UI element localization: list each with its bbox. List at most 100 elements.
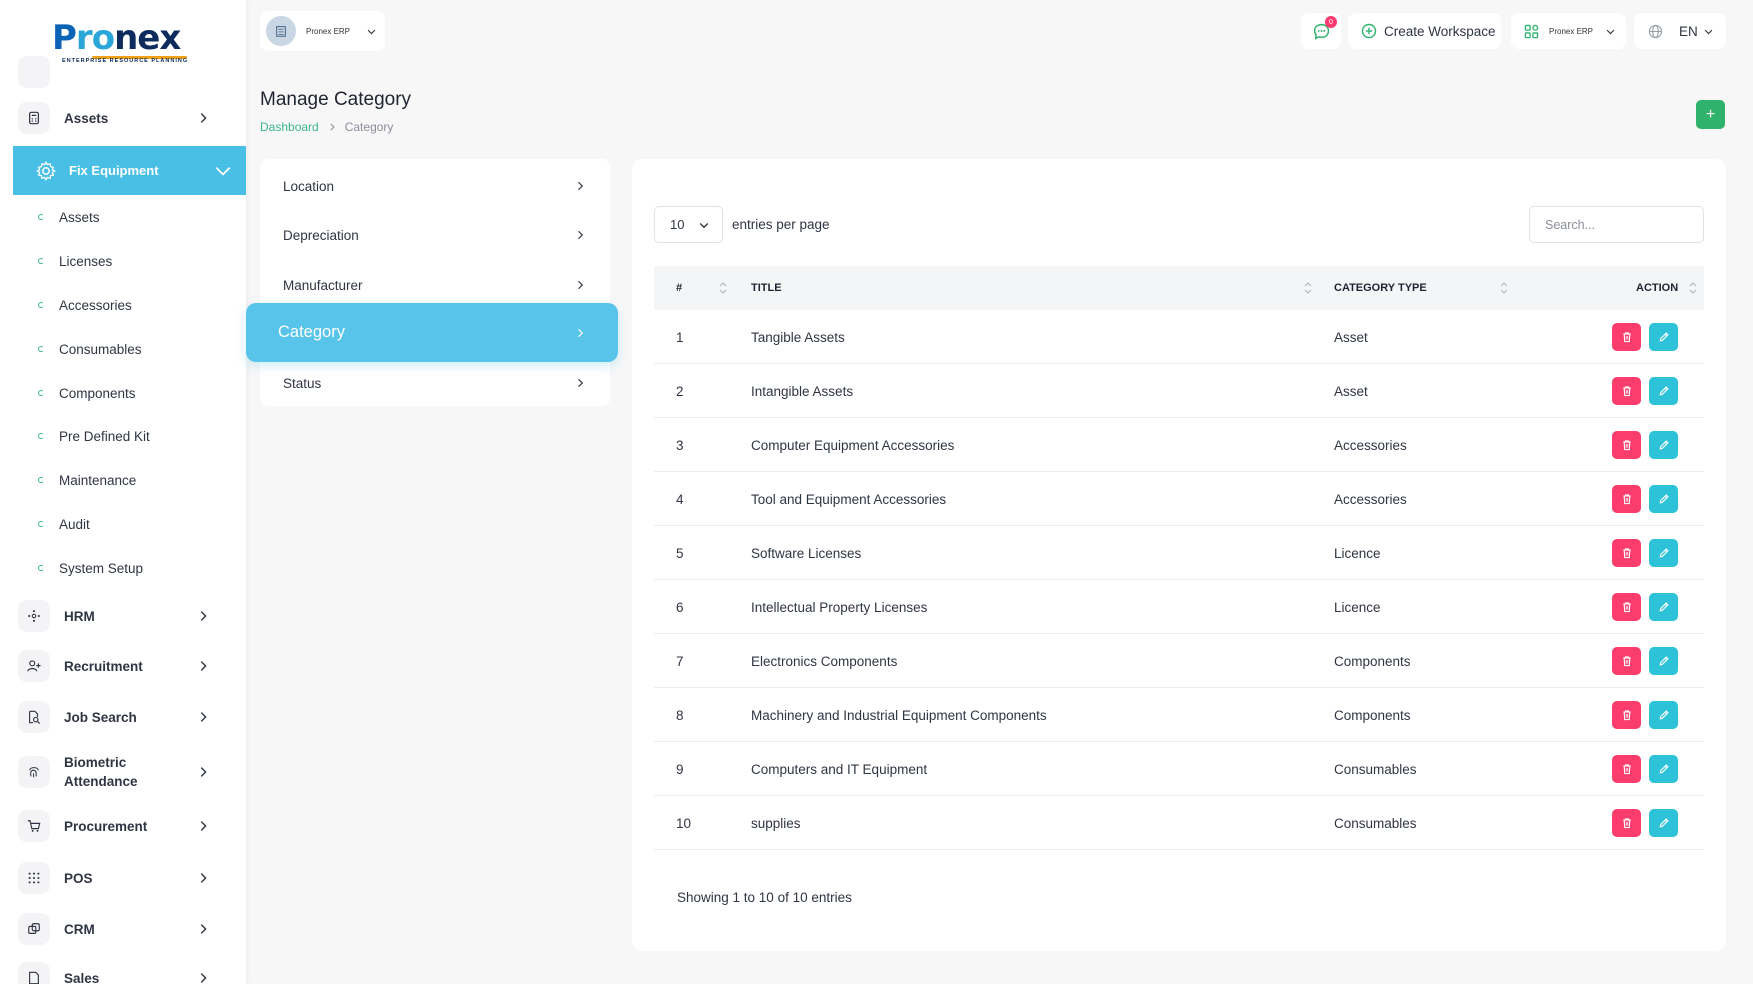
workspace-name: Pronex ERP [306, 26, 351, 36]
delete-button[interactable] [1612, 323, 1641, 351]
setup-menu-manufacturer[interactable]: Manufacturer [260, 263, 610, 307]
sidebar-item-crm[interactable]: CRM [18, 909, 228, 949]
submenu-item-components[interactable]: Components [38, 382, 136, 404]
chevron-right-icon [200, 611, 207, 621]
plus-circle-icon [1361, 23, 1377, 39]
setup-menu-depreciation[interactable]: Depreciation [260, 213, 610, 257]
setup-menu-location[interactable]: Location [260, 164, 610, 208]
sort-icon[interactable] [1689, 280, 1697, 296]
bullet-icon [38, 258, 44, 264]
edit-button[interactable] [1649, 755, 1678, 783]
submenu-item-audit[interactable]: Audit [38, 513, 90, 535]
sidebar-item-pos[interactable]: POS [18, 858, 228, 898]
delete-button[interactable] [1612, 647, 1641, 675]
file-search-icon [18, 701, 50, 733]
edit-button[interactable] [1649, 809, 1678, 837]
sidebar-item-recruitment[interactable]: Recruitment [18, 646, 228, 686]
sidebar-item-procurement[interactable]: Procurement [18, 806, 228, 846]
chevron-right-icon [578, 230, 584, 240]
workspace-building-icon [266, 16, 296, 46]
sort-icon[interactable] [1500, 280, 1508, 296]
submenu-item-system-setup[interactable]: System Setup [38, 557, 143, 579]
trash-icon [1622, 386, 1631, 397]
setup-menu-category[interactable]: Category [246, 303, 618, 362]
delete-button[interactable] [1612, 431, 1641, 459]
messages-button[interactable]: 0 [1301, 13, 1341, 49]
edit-button[interactable] [1649, 539, 1678, 567]
edit-button[interactable] [1649, 431, 1678, 459]
submenu-label: Maintenance [59, 472, 137, 488]
edit-button[interactable] [1649, 701, 1678, 729]
delete-button[interactable] [1612, 377, 1641, 405]
delete-button[interactable] [1612, 701, 1641, 729]
setup-menu-label: Category [278, 323, 345, 341]
edit-button[interactable] [1649, 485, 1678, 513]
sidebar-item-hrm[interactable]: HRM [18, 596, 228, 636]
language-switcher[interactable]: EN [1634, 13, 1726, 49]
submenu-item-maintenance[interactable]: Maintenance [38, 469, 136, 491]
column-header-number[interactable]: # [676, 266, 682, 310]
cell-category-type: Asset [1334, 329, 1368, 345]
submenu-item-consumables[interactable]: Consumables [38, 338, 142, 360]
sort-icon[interactable] [719, 280, 727, 296]
column-header-title[interactable]: TITLE [751, 266, 782, 310]
cell-category-type: Components [1334, 653, 1411, 669]
trash-icon [1622, 656, 1631, 667]
delete-button[interactable] [1612, 593, 1641, 621]
sort-icon[interactable] [1304, 280, 1312, 296]
setup-menu-status[interactable]: Status [260, 361, 610, 405]
table-row: 10 supplies Consumables [654, 796, 1704, 850]
trash-icon [1622, 602, 1631, 613]
erp-label: Pronex ERP [1549, 26, 1594, 36]
sidebar-item-hidden[interactable] [18, 52, 228, 92]
submenu-item-assets[interactable]: Assets [38, 206, 100, 228]
edit-button[interactable] [1649, 377, 1678, 405]
cart-icon [18, 810, 50, 842]
search-input[interactable] [1529, 206, 1704, 243]
submenu-item-accessories[interactable]: Accessories [38, 294, 132, 316]
edit-button[interactable] [1649, 323, 1678, 351]
sidebar-item-label: Sales [64, 970, 100, 984]
delete-button[interactable] [1612, 485, 1641, 513]
dot-icon [18, 56, 50, 88]
table-row: 7 Electronics Components Components [654, 634, 1704, 688]
column-header-category-type[interactable]: CATEGORY TYPE [1334, 266, 1427, 310]
sidebar-item-label: POS [64, 870, 93, 886]
create-workspace-button[interactable]: Create Workspace [1348, 13, 1501, 49]
entries-per-page-select[interactable]: 10 [654, 206, 723, 243]
setup-menu-label: Status [283, 375, 322, 391]
bullet-icon [38, 390, 44, 396]
erp-switcher[interactable]: Pronex ERP [1511, 13, 1626, 49]
bullet-icon [38, 565, 44, 571]
breadcrumb-dashboard-link[interactable]: Dashboard [260, 120, 319, 134]
sidebar-item-fix-equipment[interactable]: Fix Equipment [13, 146, 246, 195]
cell-title: Intellectual Property Licenses [751, 599, 928, 615]
chevron-down-icon [1704, 29, 1713, 34]
chevron-down-icon [367, 29, 376, 34]
edit-button[interactable] [1649, 647, 1678, 675]
cell-category-type: Accessories [1334, 437, 1407, 453]
cell-category-type: Licence [1334, 599, 1381, 615]
workspace-switcher[interactable]: Pronex ERP [260, 11, 385, 51]
chevron-right-icon [200, 767, 207, 777]
setup-menu-label: Depreciation [283, 227, 359, 243]
submenu-label: Components [59, 385, 136, 401]
chevron-right-icon [578, 181, 584, 191]
chevron-right-icon [200, 113, 207, 123]
delete-button[interactable] [1612, 539, 1641, 567]
sidebar-item-biometric-attendance[interactable]: Biometric Attendance [18, 752, 228, 792]
table-row: 3 Computer Equipment Accessories Accesso… [654, 418, 1704, 472]
cell-title: Tangible Assets [751, 329, 845, 345]
sidebar-item-sales[interactable]: Sales [18, 958, 228, 984]
submenu-item-pre-defined-kit[interactable]: Pre Defined Kit [38, 425, 150, 447]
delete-button[interactable] [1612, 755, 1641, 783]
edit-button[interactable] [1649, 593, 1678, 621]
add-category-button[interactable]: + [1696, 100, 1725, 129]
cell-title: Computer Equipment Accessories [751, 437, 955, 453]
delete-button[interactable] [1612, 809, 1641, 837]
bullet-icon [38, 477, 44, 483]
submenu-item-licenses[interactable]: Licenses [38, 250, 112, 272]
column-header-action[interactable]: ACTION [1636, 266, 1678, 310]
sidebar-item-assets[interactable]: Assets [18, 98, 228, 138]
sidebar-item-job-search[interactable]: Job Search [18, 697, 228, 737]
